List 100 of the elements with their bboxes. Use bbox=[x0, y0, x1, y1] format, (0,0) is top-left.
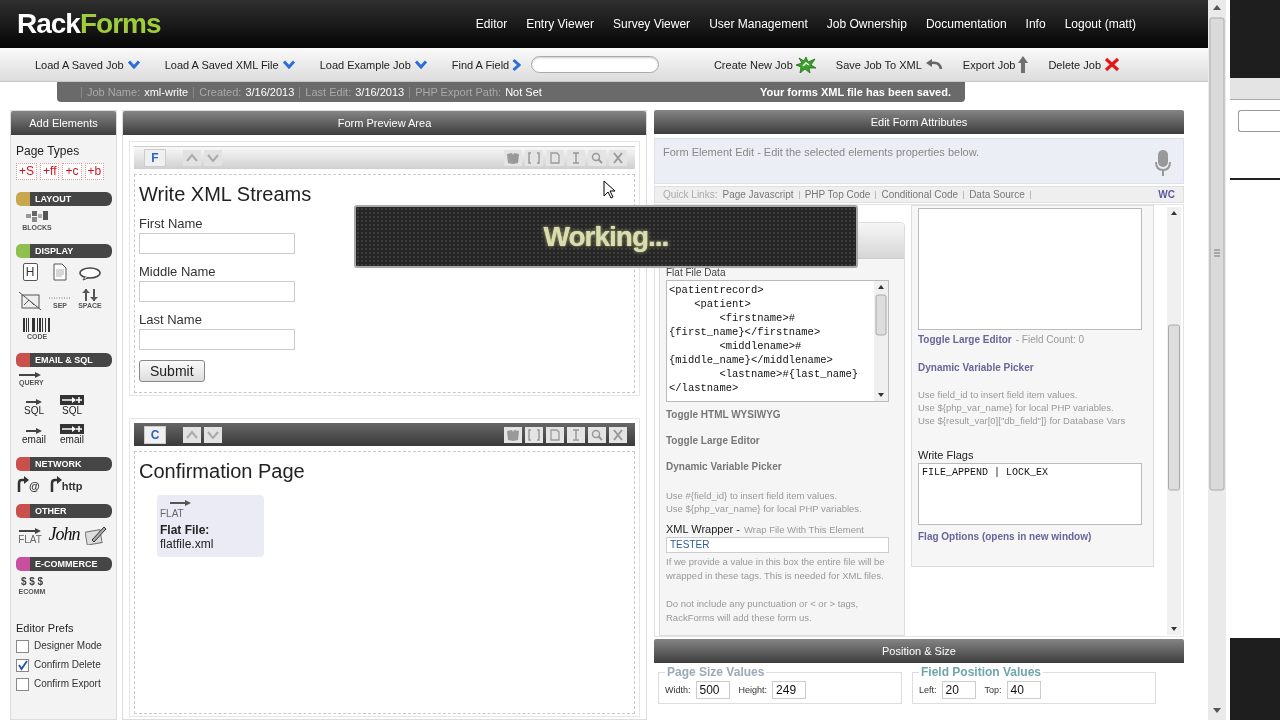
nav-link[interactable]: Logout (matt) bbox=[1064, 17, 1136, 31]
book-icon[interactable] bbox=[504, 426, 522, 443]
code-editor[interactable]: <patientrecord> <patient> <firstname># {first_name}</firstname> <middlename># {middle_name}</middlename> <lastname>#{last_name} </lastname> bbox=[666, 280, 889, 402]
book-icon[interactable] bbox=[504, 150, 522, 166]
panel-header: Position & Size bbox=[654, 639, 1184, 663]
chevron-down-icon[interactable] bbox=[281, 60, 296, 69]
currency-text: $ $ $ bbox=[20, 576, 44, 587]
page-title: Write XML Streams bbox=[139, 183, 312, 206]
protocol-label: http bbox=[61, 480, 83, 492]
category-header: LAYOUT bbox=[30, 192, 112, 206]
chevron-down-icon[interactable] bbox=[413, 60, 428, 69]
cursor-icon bbox=[603, 180, 615, 199]
page-type-button[interactable]: +ff bbox=[40, 163, 60, 180]
page-icon[interactable] bbox=[546, 426, 564, 443]
element-label: SQL bbox=[62, 405, 82, 416]
toolbar-button[interactable]: Find A Field bbox=[451, 57, 522, 72]
action-link[interactable]: Flag Options (opens in new window) bbox=[918, 531, 1147, 543]
text-field[interactable] bbox=[139, 281, 295, 302]
text-area[interactable] bbox=[918, 208, 1142, 330]
action-link[interactable]: Toggle Large Editor bbox=[918, 334, 1012, 346]
corner-link[interactable]: WC bbox=[1158, 189, 1175, 200]
text-area[interactable]: FILE_APPEND | LOCK_EX bbox=[918, 463, 1142, 525]
field-value: xml-write bbox=[144, 86, 189, 98]
quick-link[interactable]: Conditional Code bbox=[881, 189, 959, 200]
chevron-down-icon[interactable] bbox=[126, 60, 141, 69]
panel-header: Add Elements bbox=[11, 111, 116, 135]
page-badge[interactable]: F bbox=[144, 149, 166, 167]
turn-arrow-icon bbox=[17, 476, 29, 492]
close-icon[interactable] bbox=[609, 426, 627, 443]
microphone-icon[interactable] bbox=[1155, 150, 1171, 176]
working-banner: Working... bbox=[354, 205, 858, 268]
group-legend: Page Size Values bbox=[665, 665, 767, 679]
submit-button[interactable]: Submit bbox=[139, 360, 205, 382]
text-field[interactable] bbox=[139, 233, 295, 254]
curved-arrow-icon[interactable] bbox=[924, 58, 943, 71]
brackets-icon[interactable] bbox=[525, 426, 543, 443]
speech-bubble-icon bbox=[79, 267, 101, 281]
up-arrow-icon[interactable] bbox=[1018, 56, 1029, 73]
protocol-label: @ bbox=[29, 480, 40, 492]
quick-link[interactable]: Page Javascript bbox=[722, 189, 794, 200]
chevron-right-icon[interactable] bbox=[512, 57, 522, 72]
move-up-icon[interactable] bbox=[183, 426, 201, 443]
nav-link[interactable]: User Management bbox=[709, 17, 808, 31]
scrollbar[interactable] bbox=[874, 281, 888, 401]
help-text: Use ${php_var_name} for local PHP variables. bbox=[918, 401, 1115, 414]
checkbox-label: Confirm Export bbox=[34, 678, 101, 689]
toolbar-button[interactable]: Load A Saved Job bbox=[35, 58, 141, 71]
action-link[interactable]: Toggle HTML WYSIWYG bbox=[666, 409, 898, 421]
nav-link[interactable]: Entry Viewer bbox=[526, 17, 594, 31]
arrow-icon bbox=[19, 528, 41, 534]
scrollbar[interactable] bbox=[1167, 207, 1181, 635]
dotted-line-icon bbox=[49, 295, 71, 301]
toolbar-button[interactable]: Export Job bbox=[962, 56, 1029, 73]
nav-link[interactable]: Documentation bbox=[925, 17, 1007, 31]
action-link[interactable]: Toggle Large Editor bbox=[666, 435, 898, 447]
checkbox[interactable] bbox=[16, 640, 29, 653]
action-link[interactable]: Dynamic Variable Picker bbox=[918, 362, 1147, 374]
nav-link[interactable]: Info bbox=[1025, 17, 1046, 31]
nav-link[interactable]: Job Ownership bbox=[826, 17, 907, 31]
toolbar-button[interactable]: Load Example Job bbox=[319, 58, 428, 71]
toolbar-button[interactable]: Delete Job bbox=[1048, 57, 1120, 72]
nav-link[interactable]: Survey Viewer bbox=[612, 17, 691, 31]
text-field[interactable]: TESTER bbox=[666, 537, 889, 553]
page-type-button[interactable]: +S bbox=[16, 163, 37, 180]
checkbox-label: Confirm Delete bbox=[34, 659, 101, 670]
page-badge[interactable]: C bbox=[144, 425, 166, 444]
number-field[interactable]: 20 bbox=[941, 681, 976, 699]
checkbox[interactable] bbox=[16, 678, 29, 691]
field-label: Middle Name bbox=[139, 264, 217, 279]
field-label: Top: bbox=[984, 685, 1002, 695]
page-type-button[interactable]: +c bbox=[62, 163, 82, 180]
field-label: Created: bbox=[199, 86, 242, 98]
toolbar-button[interactable]: Load A Saved XML File bbox=[164, 58, 296, 71]
number-field[interactable]: 40 bbox=[1006, 681, 1041, 699]
scrollbar[interactable] bbox=[1208, 0, 1226, 720]
arrows-icon bbox=[82, 289, 98, 301]
quick-link[interactable]: Data Source bbox=[969, 189, 1025, 200]
panel-header: Edit Form Attributes bbox=[654, 110, 1184, 134]
cross-icon[interactable] bbox=[1104, 57, 1120, 72]
starburst-icon[interactable] bbox=[795, 56, 816, 73]
field-label: Height: bbox=[738, 685, 768, 695]
number-field[interactable]: 249 bbox=[772, 681, 807, 699]
toolbar-button[interactable]: Save Job To XML bbox=[835, 58, 943, 71]
search-icon[interactable] bbox=[588, 150, 606, 166]
nav-link[interactable]: Editor bbox=[475, 17, 508, 31]
text-field[interactable] bbox=[139, 329, 295, 350]
move-down-icon[interactable] bbox=[204, 426, 222, 443]
checkbox[interactable] bbox=[16, 659, 29, 672]
page-type-button[interactable]: +b bbox=[84, 163, 105, 180]
field-value: 3/16/2013 bbox=[245, 86, 295, 98]
action-link[interactable]: Dynamic Variable Picker bbox=[666, 461, 898, 473]
text-cursor-icon[interactable] bbox=[567, 426, 585, 443]
category-header: NETWORK bbox=[30, 457, 112, 471]
number-field[interactable]: 500 bbox=[695, 681, 730, 699]
toolbar-button[interactable]: Create New Job bbox=[713, 56, 816, 73]
quick-link[interactable]: PHP Top Code bbox=[804, 189, 871, 200]
search-icon[interactable] bbox=[588, 426, 606, 443]
close-icon[interactable] bbox=[609, 150, 627, 166]
arrow-icon bbox=[19, 372, 41, 378]
search-field[interactable] bbox=[531, 56, 660, 73]
